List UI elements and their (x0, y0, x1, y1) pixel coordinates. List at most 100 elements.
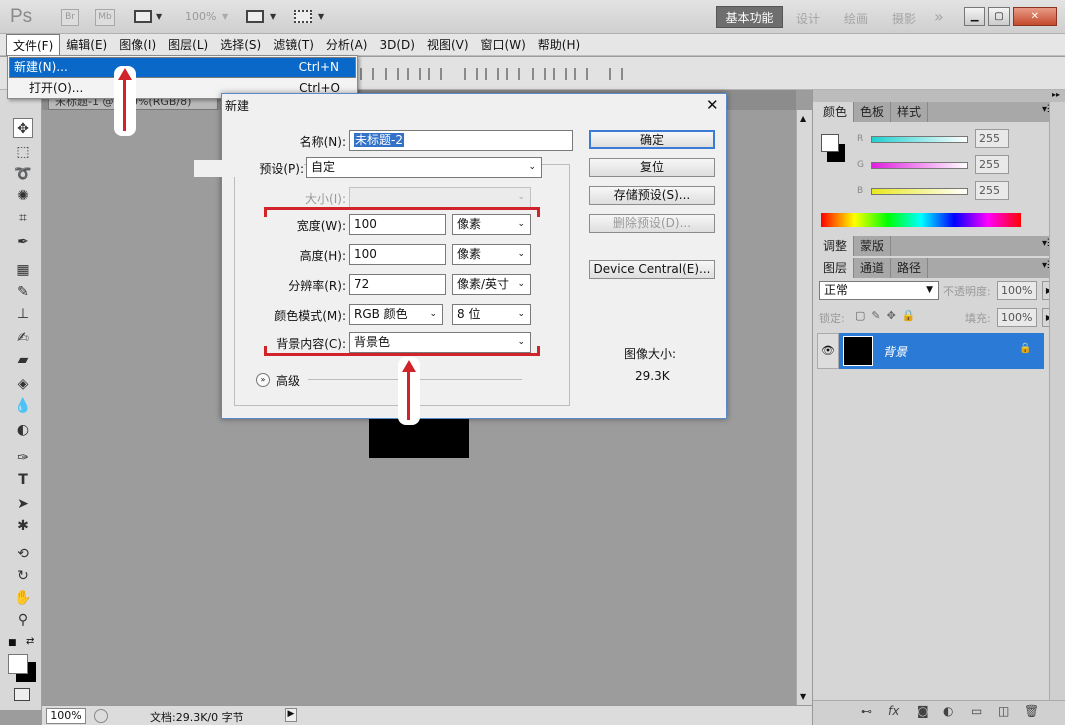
status-zoom[interactable]: 100% (46, 708, 86, 724)
3d-orbit-tool-icon[interactable]: ↻ (13, 566, 33, 586)
dodge-tool-icon[interactable]: ◐ (13, 420, 33, 440)
delete-layer-icon[interactable]: 🗑 (1024, 704, 1039, 718)
move-tool-icon[interactable]: ✥ (13, 118, 33, 138)
link-layers-icon[interactable]: ⊷ (861, 705, 872, 718)
advanced-toggle-icon[interactable]: » (256, 373, 270, 387)
blur-tool-icon[interactable]: 💧 (13, 396, 33, 416)
menu-view[interactable]: 视图(V) (421, 34, 475, 55)
workspace-essentials[interactable]: 基本功能 (716, 6, 783, 28)
chevron-down-icon[interactable]: ▼ (156, 12, 162, 21)
ok-button[interactable]: 确定 (589, 130, 715, 149)
minimize-icon[interactable]: ▁ (964, 7, 986, 26)
align-top-icon[interactable] (360, 68, 374, 80)
opacity-value[interactable]: 100% (997, 281, 1037, 300)
reset-button[interactable]: 复位 (589, 158, 715, 177)
menu-3d[interactable]: 3D(D) (373, 36, 420, 54)
preset-select[interactable]: 自定 ⌄ (306, 157, 542, 178)
default-colors-icon[interactable]: ■ (8, 638, 17, 648)
new-layer-icon[interactable]: ◫ (998, 704, 1009, 718)
zoom-tool-icon[interactable]: ⚲ (13, 610, 33, 630)
workspace-painting[interactable]: 绘画 (844, 10, 868, 27)
tab-styles[interactable]: 样式 (891, 102, 929, 122)
fill-value[interactable]: 100% (997, 308, 1037, 327)
device-central-button[interactable]: Device Central(E)... (589, 260, 715, 279)
brush-tool-icon[interactable]: ✎ (13, 282, 33, 302)
add-mask-icon[interactable]: ◙ (917, 704, 929, 718)
status-info-icon[interactable] (94, 709, 108, 723)
menu-image[interactable]: 图像(I) (113, 34, 162, 55)
color-spectrum-bar[interactable] (821, 213, 1021, 227)
status-menu-icon[interactable]: ▶ (285, 708, 297, 722)
healing-tool-icon[interactable]: ▦ (13, 260, 33, 280)
tab-swatches[interactable]: 色板 (854, 102, 892, 122)
distribute-vcenter-icon[interactable] (485, 68, 499, 80)
menu-window[interactable]: 窗口(W) (475, 34, 532, 55)
minibridge-button[interactable]: Mb (95, 9, 115, 26)
stamp-tool-icon[interactable]: ⊥ (13, 304, 33, 324)
channel-g-value[interactable]: 255 (975, 155, 1009, 174)
zoom-level[interactable]: 100% (185, 10, 216, 23)
distribute-right-icon[interactable] (574, 68, 588, 80)
layer-row-background[interactable]: 背景 🔒 (839, 333, 1044, 369)
new-group-icon[interactable]: ▭ (971, 704, 982, 718)
distribute-bottom-icon[interactable] (506, 68, 520, 80)
menu-file[interactable]: 文件(F) (6, 33, 61, 56)
path-select-tool-icon[interactable]: ➤ (13, 494, 33, 514)
align-bottom-icon[interactable] (407, 68, 421, 80)
tab-adjustments[interactable]: 调整 (817, 236, 855, 256)
menu-item-new[interactable]: 新建(N)... Ctrl+N (9, 57, 356, 78)
more-workspaces-icon[interactable]: » (934, 7, 944, 26)
menu-select[interactable]: 选择(S) (214, 34, 267, 55)
workspace-photography[interactable]: 摄影 (892, 10, 916, 27)
distribute-left-icon[interactable] (532, 68, 546, 80)
name-input[interactable]: 未标题-2 (349, 130, 573, 151)
chevron-down-icon[interactable]: ▼ (222, 12, 228, 21)
channel-r-value[interactable]: 255 (975, 129, 1009, 148)
tab-paths[interactable]: 路径 (891, 258, 929, 278)
menu-edit[interactable]: 编辑(E) (60, 34, 113, 55)
lock-icons[interactable]: ▢✎✥🔒 (855, 309, 922, 322)
quick-mask-icon[interactable] (14, 688, 30, 701)
pen-tool-icon[interactable]: ✑ (13, 448, 33, 468)
marquee-tool-icon[interactable]: ⬚ (13, 142, 33, 162)
channel-g-slider[interactable] (871, 162, 968, 169)
chevron-down-icon[interactable]: ▼ (318, 12, 324, 21)
align-vcenter-icon[interactable] (385, 68, 399, 80)
adjustment-layer-icon[interactable]: ◐ (943, 704, 953, 718)
align-left-icon[interactable] (428, 68, 442, 80)
close-icon[interactable]: ✕ (1012, 7, 1057, 26)
blend-mode-select[interactable]: 正常 ▼ (819, 281, 939, 300)
3d-rotate-tool-icon[interactable]: ⟲ (13, 544, 33, 564)
swap-colors-icon[interactable]: ⇄ (26, 636, 34, 647)
arrange-documents-icon[interactable] (246, 10, 264, 23)
channel-b-value[interactable]: 255 (975, 181, 1009, 200)
eyedropper-tool-icon[interactable]: ✒ (13, 232, 33, 252)
menu-filter[interactable]: 滤镜(T) (267, 34, 320, 55)
save-preset-button[interactable]: 存储预设(S)... (589, 186, 715, 205)
vertical-scrollbar[interactable]: ▲ ▼ (796, 110, 812, 705)
tab-masks[interactable]: 蒙版 (854, 236, 892, 256)
panel-scrollbar[interactable] (1049, 102, 1065, 702)
distribute-hcenter-icon[interactable] (553, 68, 567, 80)
menu-layer[interactable]: 图层(L) (162, 34, 214, 55)
tab-channels[interactable]: 通道 (854, 258, 892, 278)
advanced-label[interactable]: 高级 (276, 372, 300, 389)
channel-b-slider[interactable] (871, 188, 968, 195)
eraser-tool-icon[interactable]: ▰ (13, 350, 33, 370)
tab-layers[interactable]: 图层 (817, 258, 855, 278)
screen-mode-icon[interactable] (294, 10, 312, 23)
crop-tool-icon[interactable]: ⌗ (13, 208, 33, 228)
auto-align-icon[interactable] (609, 68, 623, 80)
menu-analysis[interactable]: 分析(A) (320, 34, 374, 55)
bridge-button[interactable]: Br (61, 9, 79, 26)
workspace-design[interactable]: 设计 (796, 10, 820, 27)
distribute-top-icon[interactable] (464, 68, 478, 80)
scroll-up-icon[interactable]: ▲ (800, 114, 806, 123)
document-canvas[interactable] (369, 418, 469, 458)
maximize-icon[interactable]: ▢ (988, 7, 1010, 26)
view-extras-icon[interactable] (134, 10, 152, 23)
color-fg-swatch[interactable] (821, 134, 839, 152)
channel-r-slider[interactable] (871, 136, 968, 143)
history-brush-tool-icon[interactable]: ✍ (13, 328, 33, 348)
eye-icon[interactable]: 👁 (817, 333, 839, 369)
